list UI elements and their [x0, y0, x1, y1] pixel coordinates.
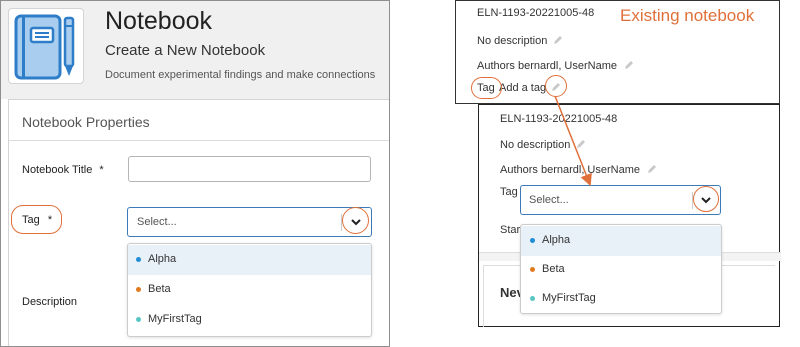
annotation-arrow	[554, 95, 592, 187]
